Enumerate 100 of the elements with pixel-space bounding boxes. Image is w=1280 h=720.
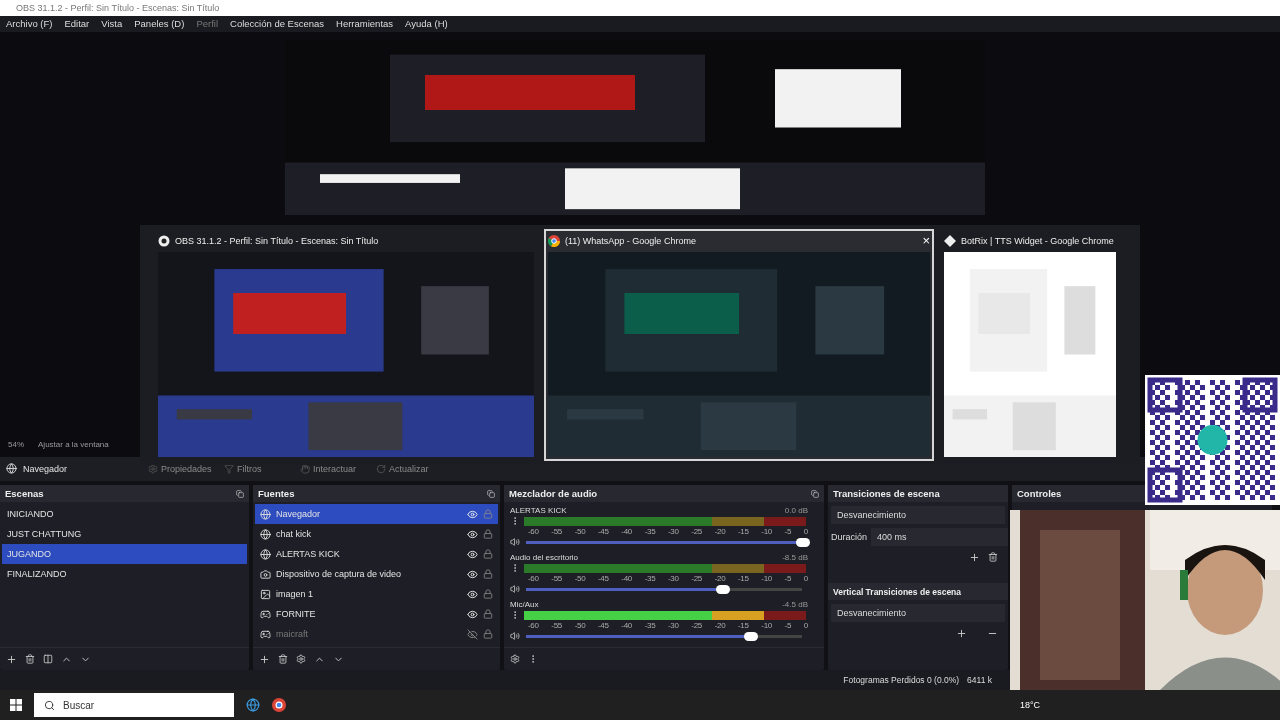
- toolbar-button[interactable]: Actualizar: [376, 463, 452, 474]
- source-item[interactable]: chat kick: [255, 524, 498, 545]
- scale-label: -25: [691, 527, 702, 537]
- undock-icon[interactable]: [236, 489, 244, 498]
- speaker-icon[interactable]: [510, 537, 520, 548]
- thumbnail-title: (11) WhatsApp - Google Chrome: [565, 235, 697, 246]
- search-field[interactable]: Buscar: [34, 693, 234, 718]
- scale-label: -10: [761, 621, 772, 631]
- add-icon[interactable]: [956, 628, 967, 640]
- speaker-icon[interactable]: [510, 584, 520, 595]
- weather-reading[interactable]: 18°C: [1019, 700, 1040, 711]
- volume-slider[interactable]: [526, 634, 744, 638]
- transition-dropdown[interactable]: Desvanecimiento: [831, 604, 1005, 623]
- settings-icon[interactable]: [510, 654, 520, 665]
- scale-label: -45: [598, 527, 609, 537]
- scale-label: -5: [784, 621, 792, 631]
- hand-icon: [300, 463, 310, 474]
- fit-option[interactable]: Ajustar a la ventana: [38, 439, 109, 449]
- settings-icon[interactable]: [296, 654, 306, 665]
- menu-item[interactable]: Editar: [64, 18, 90, 30]
- slider-thumb[interactable]: [715, 584, 730, 594]
- chrome-logo-icon[interactable]: [272, 698, 286, 713]
- scale-label: -55: [551, 621, 562, 631]
- duration-label: Duración: [831, 532, 868, 543]
- scale-label: -15: [737, 621, 749, 631]
- add-icon[interactable]: [969, 552, 980, 564]
- slider-thumb[interactable]: [796, 537, 810, 547]
- lock-icon[interactable]: [483, 549, 493, 560]
- source-item[interactable]: Navegador: [255, 504, 498, 525]
- delete-icon[interactable]: [25, 654, 35, 665]
- window-thumbnail[interactable]: (11) WhatsApp - Google Chrome ×: [544, 228, 934, 461]
- menu-item[interactable]: Vista: [101, 18, 123, 30]
- speaker-icon[interactable]: [510, 631, 520, 642]
- eye-icon[interactable]: [467, 548, 478, 560]
- panel-title: Escenas: [5, 488, 44, 500]
- eye-icon[interactable]: [467, 508, 478, 520]
- thumbnail-title: BotRix | TTS Widget - Google Chrome: [961, 235, 1115, 246]
- toolbar-button[interactable]: Filtros: [224, 463, 300, 474]
- volume-reading: -8.5 dB: [782, 553, 808, 563]
- globe-icon: [260, 508, 271, 520]
- close-button[interactable]: ×: [922, 233, 930, 249]
- zoom-level[interactable]: 54%: [8, 439, 24, 449]
- lock-icon[interactable]: [483, 529, 493, 540]
- eye-icon[interactable]: [467, 568, 478, 580]
- menu-item[interactable]: Colección de Escenas: [230, 18, 325, 30]
- source-item[interactable]: Dispositivo de captura de video: [255, 564, 498, 585]
- eye-icon[interactable]: [467, 528, 478, 540]
- lock-icon[interactable]: [483, 629, 493, 640]
- diamond-icon: [944, 234, 956, 247]
- delete-icon[interactable]: [988, 552, 998, 563]
- menu-item[interactable]: Ayuda (H): [405, 18, 448, 30]
- add-icon[interactable]: [6, 653, 17, 665]
- scale-label: 0: [803, 621, 808, 631]
- scene-item[interactable]: JUST CHATTUNG: [2, 524, 247, 545]
- volume-reading: 0.0 dB: [784, 506, 808, 516]
- lock-icon[interactable]: [483, 589, 493, 600]
- menu-item[interactable]: Paneles (D): [134, 18, 185, 30]
- delete-icon[interactable]: [278, 654, 288, 665]
- source-item[interactable]: ALERTAS KICK: [255, 544, 498, 565]
- undock-icon[interactable]: [487, 489, 495, 498]
- lock-icon[interactable]: [483, 569, 493, 580]
- scale-label: -35: [644, 621, 656, 631]
- eye-off-icon[interactable]: [467, 628, 478, 640]
- scene-item[interactable]: INICIANDO: [2, 504, 247, 525]
- bitrate: 6411 k: [967, 675, 992, 686]
- scale-label: -30: [667, 574, 679, 584]
- source-item[interactable]: imagen 1: [255, 584, 498, 605]
- volume-slider[interactable]: [526, 540, 796, 544]
- slider-thumb[interactable]: [743, 631, 758, 641]
- filter-panel-icon[interactable]: [43, 654, 53, 665]
- duration-field[interactable]: 400 ms: [871, 528, 1008, 547]
- toolbar-button[interactable]: Interactuar: [300, 463, 376, 474]
- menu-item[interactable]: Herramientas: [336, 18, 394, 30]
- source-item[interactable]: FORNITE: [255, 604, 498, 625]
- window-thumbnail[interactable]: BotRix | TTS Widget - Google Chrome: [940, 228, 1120, 461]
- undock-icon[interactable]: [811, 489, 819, 498]
- scale-label: -10: [761, 527, 772, 537]
- lock-icon[interactable]: [483, 609, 493, 620]
- window-thumbnail[interactable]: OBS 31.1.2 - Perfil: Sin Título - Escenas: Sin Título: [154, 228, 538, 461]
- scale-label: -35: [644, 574, 656, 584]
- transition-dropdown[interactable]: Desvanecimiento: [831, 506, 1005, 525]
- scale-label: -5: [784, 527, 792, 537]
- scale-label: -25: [691, 621, 702, 631]
- source-item[interactable]: maicraft: [255, 624, 498, 645]
- eye-icon[interactable]: [467, 608, 478, 620]
- scale-label: -40: [621, 621, 632, 631]
- scale-label: -30: [667, 621, 679, 631]
- add-icon[interactable]: [259, 653, 270, 665]
- volume-slider[interactable]: [526, 587, 716, 591]
- scene-item[interactable]: FINALIZANDO: [2, 564, 247, 585]
- camera-icon: [260, 568, 271, 580]
- menu-item[interactable]: Archivo (F): [6, 18, 53, 30]
- browser-icon[interactable]: [246, 698, 260, 713]
- scene-item[interactable]: JUGANDO: [2, 544, 247, 565]
- toolbar-button[interactable]: Propiedades: [148, 463, 224, 474]
- globe-icon: [260, 528, 271, 540]
- eye-icon[interactable]: [467, 588, 478, 600]
- windows-logo-icon[interactable]: [10, 699, 22, 712]
- globe-icon: [6, 463, 17, 475]
- panel-title: Transiciones de escena: [833, 488, 940, 500]
